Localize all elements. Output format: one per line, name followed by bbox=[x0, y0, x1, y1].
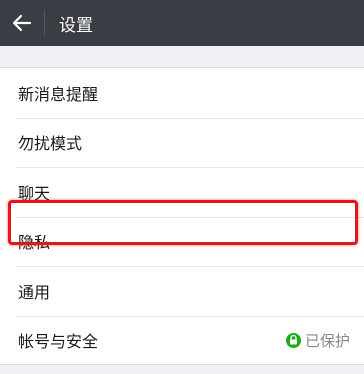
back-arrow-icon bbox=[12, 14, 32, 32]
protection-status: 已保护 bbox=[285, 330, 350, 351]
settings-item-account-security[interactable]: 帐号与安全 已保护 bbox=[0, 315, 364, 365]
protection-status-text: 已保护 bbox=[304, 331, 350, 350]
settings-item-general[interactable]: 通用 bbox=[0, 266, 364, 316]
settings-item-label: 帐号与安全 bbox=[18, 332, 99, 352]
settings-item-chat[interactable]: 聊天 bbox=[0, 167, 364, 217]
settings-item-new-message-alerts[interactable]: 新消息提醒 bbox=[0, 68, 364, 118]
settings-item-label: 隐私 bbox=[18, 233, 51, 253]
settings-item-do-not-disturb[interactable]: 勿扰模式 bbox=[0, 117, 364, 167]
settings-item-privacy[interactable]: 隐私 bbox=[0, 216, 364, 266]
header-divider bbox=[44, 10, 45, 36]
settings-item-label: 勿扰模式 bbox=[18, 134, 83, 154]
settings-list: 新消息提醒 勿扰模式 聊天 隐私 通用 帐号与安全 已保护 bbox=[0, 67, 364, 365]
settings-item-label: 聊天 bbox=[18, 183, 51, 203]
page-title: 设置 bbox=[59, 15, 93, 36]
settings-item-label: 新消息提醒 bbox=[18, 84, 99, 104]
top-bar: 设置 bbox=[0, 0, 364, 46]
back-button[interactable] bbox=[0, 0, 44, 46]
lock-icon bbox=[285, 332, 301, 348]
settings-item-label: 通用 bbox=[18, 282, 51, 302]
bottom-strip bbox=[0, 364, 364, 374]
